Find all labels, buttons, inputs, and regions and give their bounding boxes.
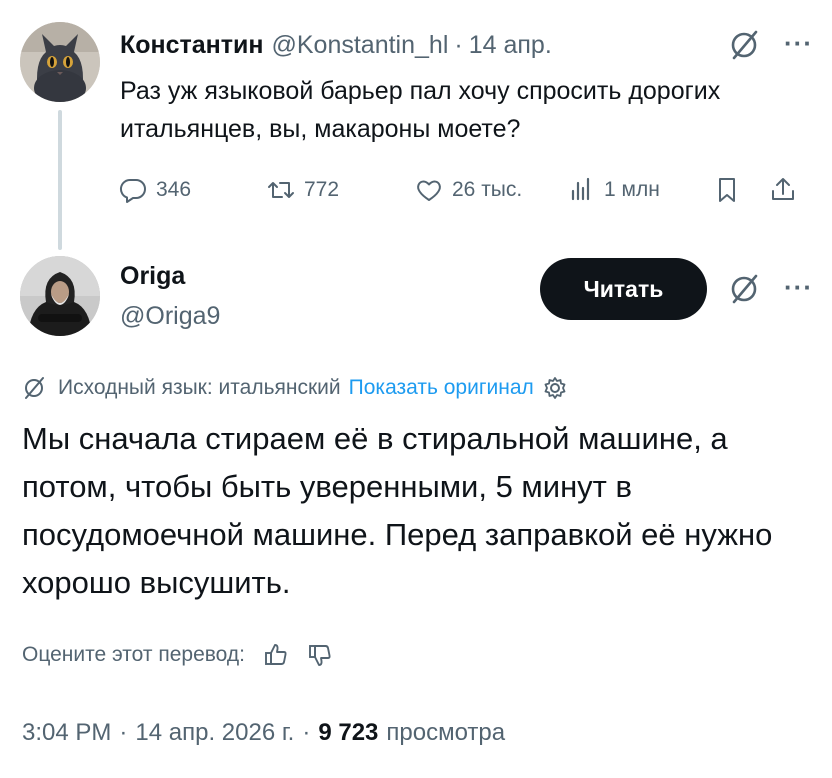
bookmark-icon [719, 178, 735, 202]
meta-separator: · [302, 719, 311, 746]
like-count: 26 тыс. [452, 178, 523, 201]
avatar-konstantin[interactable] [20, 22, 100, 102]
original-author-name[interactable]: Константин [120, 31, 264, 60]
reply-date[interactable]: 14 апр. 2026 г. [135, 719, 294, 747]
heart-icon [417, 180, 441, 201]
thread-connector-line [58, 110, 62, 250]
source-language-label: Исходный язык: итальянский [58, 376, 341, 399]
share-action[interactable] [768, 175, 798, 205]
meta-separator: · [119, 719, 128, 746]
reply-author-name[interactable]: Origa [120, 262, 185, 291]
views-action[interactable]: 1 млн [566, 175, 712, 205]
rate-translation-row: Оцените этот перевод: [22, 638, 333, 672]
original-tweet-date[interactable]: 14 апр. [469, 31, 552, 60]
cat-avatar-image [20, 22, 100, 102]
hooded-man-avatar-image [20, 256, 100, 336]
gear-icon[interactable] [542, 375, 568, 401]
reply-action[interactable]: 346 [118, 175, 266, 205]
original-tweet-actions: 346 772 26 тыс. 1 млн [118, 170, 818, 210]
show-original-link[interactable]: Показать оригинал [349, 376, 534, 400]
views-count: 1 млн [604, 178, 660, 201]
avatar-origa[interactable] [20, 256, 100, 336]
reply-more-options[interactable]: ··· [784, 272, 813, 303]
original-tweet-header: Константин @Konstantin_hl · 14 апр. [120, 30, 552, 60]
retweet-action[interactable]: 772 [266, 175, 414, 205]
retweet-icon [268, 182, 294, 198]
rate-translation-label: Оцените этот перевод: [22, 643, 245, 666]
grok-slash-icon[interactable] [728, 28, 762, 62]
header-separator: · [454, 30, 463, 59]
reply-time[interactable]: 3:04 PM [22, 719, 111, 747]
retweet-count: 772 [304, 178, 340, 201]
reply-author-handle[interactable]: @Origa9 [120, 302, 220, 331]
translation-info-row: Исходный язык: итальянский Показать ориг… [22, 372, 568, 404]
reply-count: 346 [156, 178, 192, 201]
analytics-bars-icon [571, 177, 590, 201]
bookmark-action[interactable] [712, 175, 768, 205]
reply-views-number: 9 723 [318, 719, 379, 746]
reply-meta-row: 3:04 PM · 14 апр. 2026 г. · 9 723 просмо… [22, 715, 505, 751]
reply-icon [119, 178, 146, 203]
original-tweet-text: Раз уж языковой барьер пал хочу спросить… [120, 77, 721, 143]
share-icon [772, 178, 794, 200]
reply-views-label: просмотра [386, 719, 506, 746]
thumbs-up-icon[interactable] [263, 642, 289, 668]
grok-translate-icon [25, 377, 44, 399]
original-more-options[interactable]: ··· [784, 28, 813, 59]
follow-button[interactable]: Читать [540, 258, 707, 320]
thumbs-down-icon[interactable] [307, 642, 333, 668]
reply-tweet-text: Мы сначала стираем её в стиральной машин… [22, 421, 773, 600]
grok-slash-icon[interactable] [728, 272, 762, 306]
like-action[interactable]: 26 тыс. [414, 175, 566, 205]
original-author-handle[interactable]: @Konstantin_hl [272, 31, 449, 60]
